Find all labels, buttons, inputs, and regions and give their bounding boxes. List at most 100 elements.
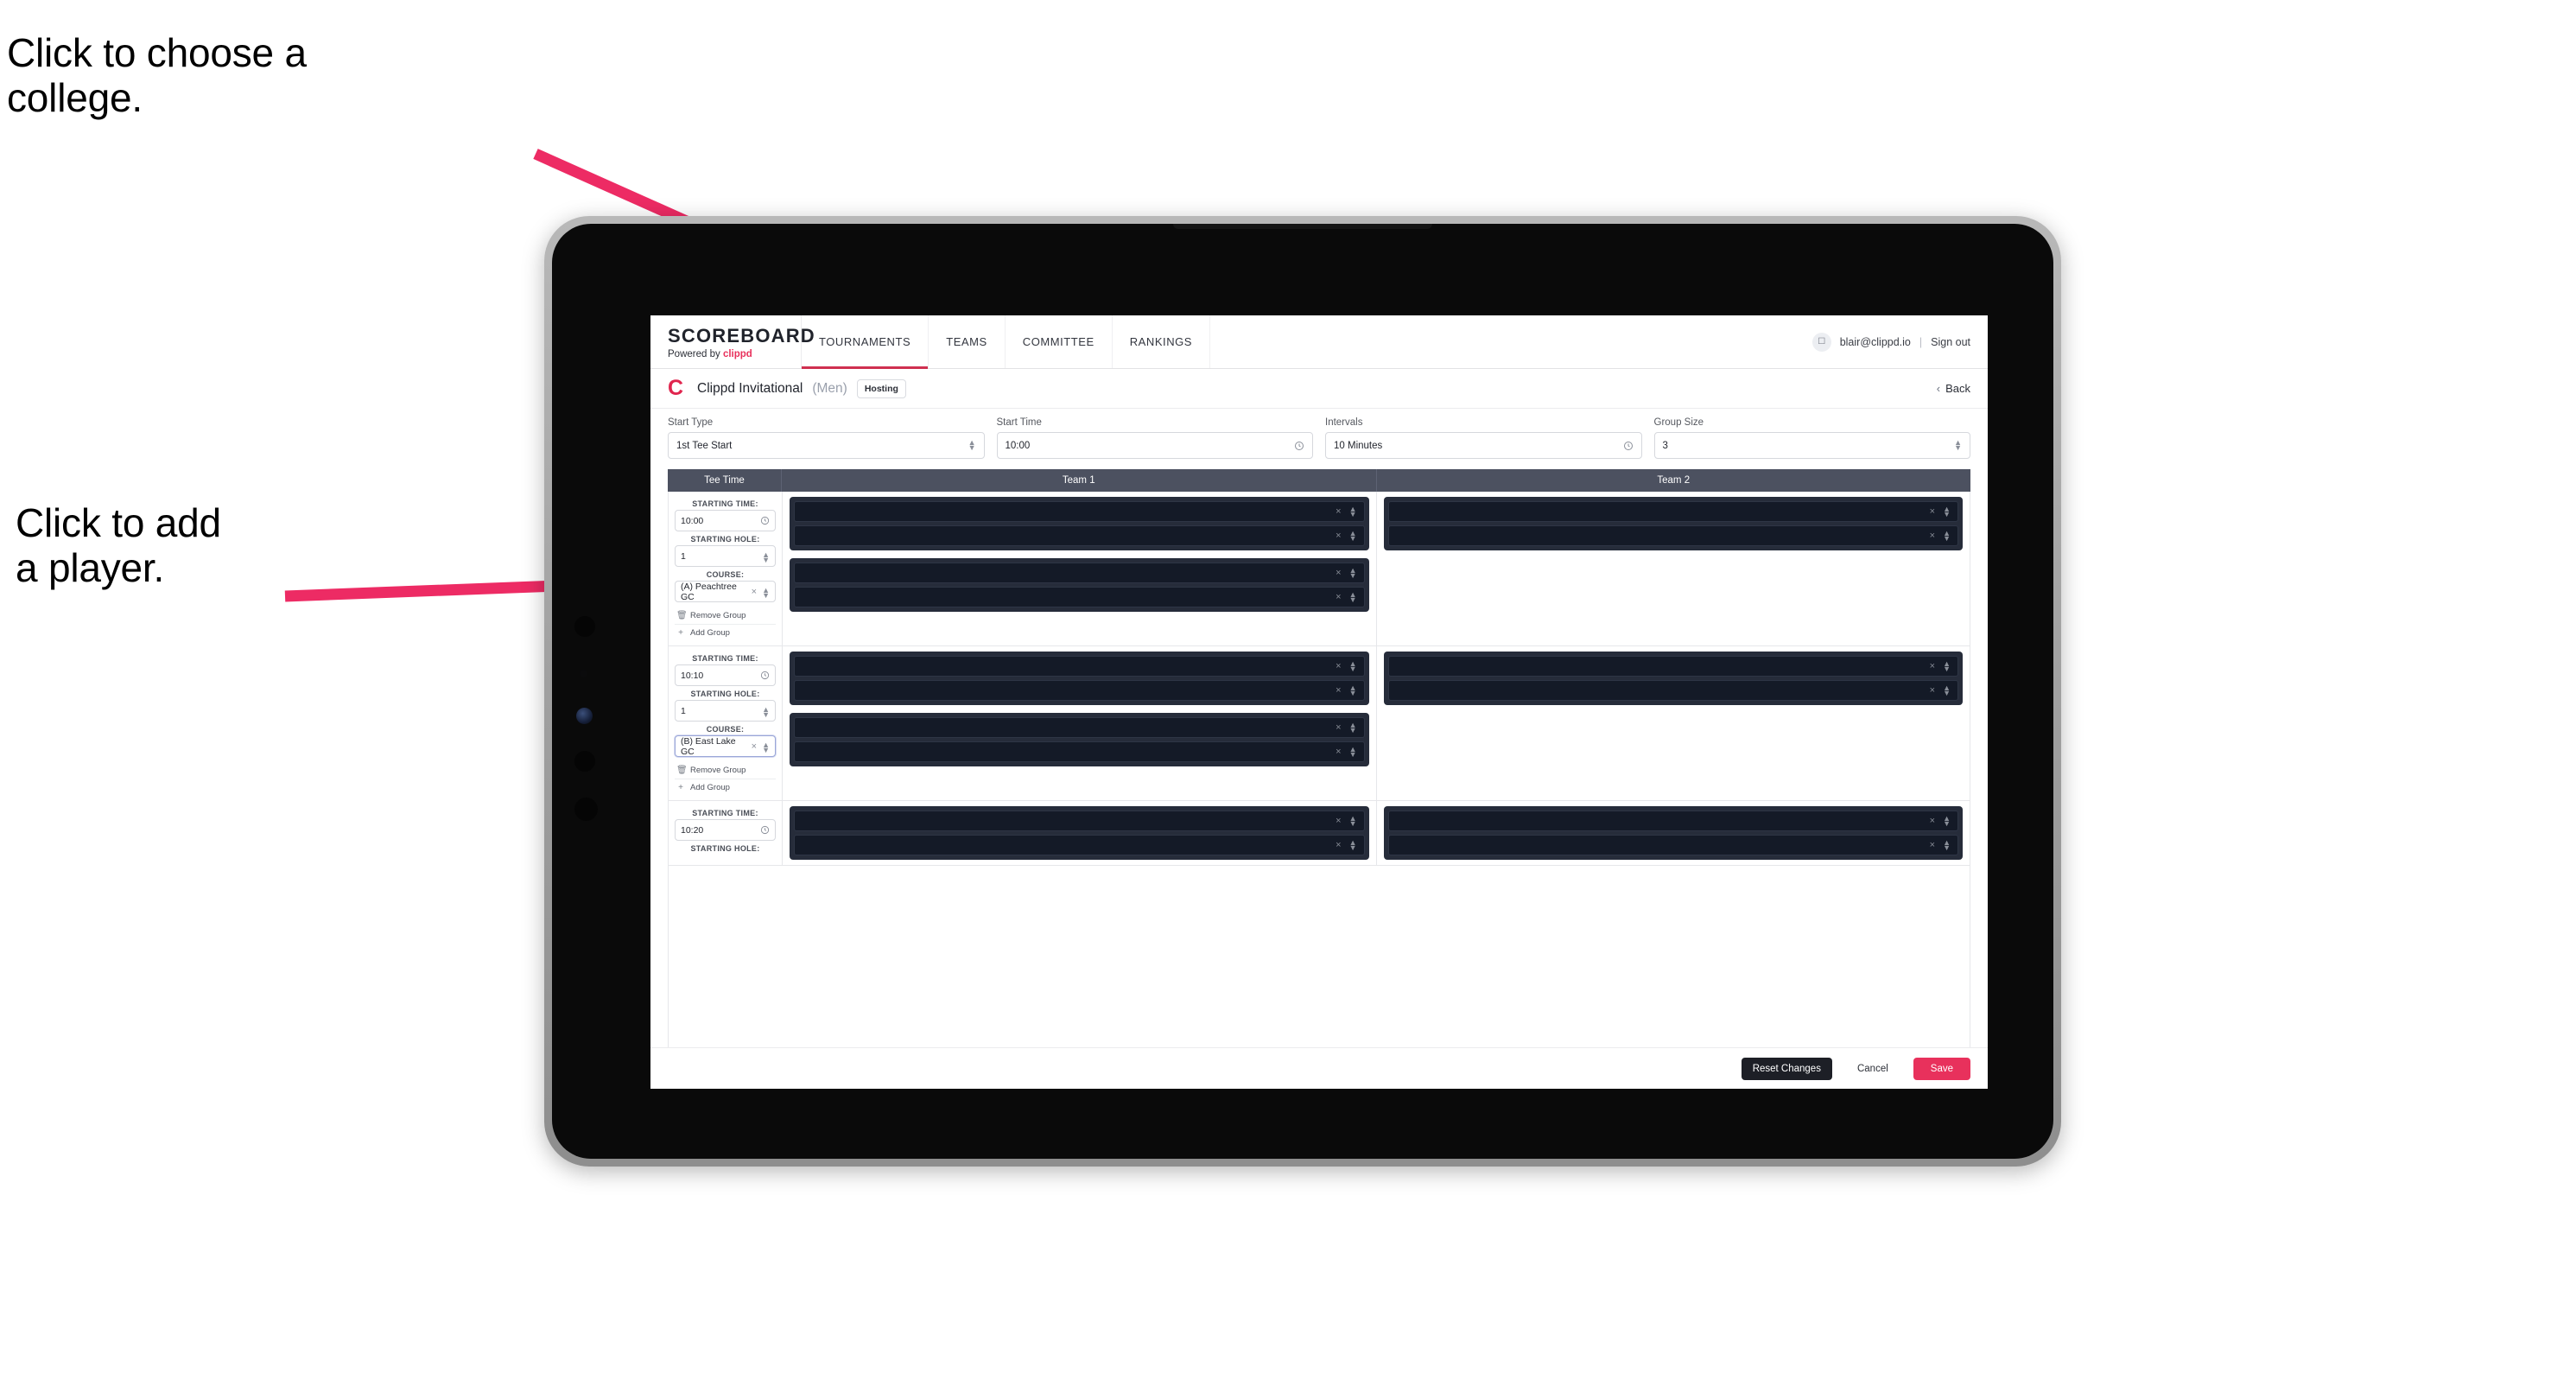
control-select[interactable]: 3 ▲ ▼ <box>1653 432 1970 459</box>
player-slot[interactable]: × ▲ ▼ <box>1387 835 1958 855</box>
starting-hole-input-value: 1 <box>681 705 686 716</box>
chevron-updown-icon[interactable]: ▲ ▼ <box>762 550 770 563</box>
control-select[interactable]: 10:00 <box>996 432 1313 459</box>
clock-icon[interactable] <box>760 671 770 680</box>
chevron-updown-icon[interactable]: ▲ ▼ <box>1349 505 1357 518</box>
chevron-updown-icon[interactable]: ▲ ▼ <box>1349 660 1357 673</box>
starting-hole-input[interactable]: 1 ▲ ▼ <box>675 545 776 567</box>
save-button[interactable]: Save <box>1913 1057 1970 1080</box>
chevron-updown-icon[interactable]: ▲ ▼ <box>1943 839 1951 852</box>
player-group: × ▲ ▼ × ▲ ▼ <box>1383 806 1963 860</box>
clear-icon[interactable]: × <box>1336 592 1341 602</box>
course-select[interactable]: (A) Peachtree GC × ▲ ▼ <box>675 581 776 602</box>
remove-group-button[interactable]: 🗑 Remove Group <box>675 762 776 779</box>
clear-icon[interactable]: × <box>1336 661 1341 671</box>
control-select[interactable]: 1st Tee Start ▲ ▼ <box>668 432 985 459</box>
clear-icon[interactable]: × <box>1930 816 1935 826</box>
nav-item-tournaments[interactable]: TOURNAMENTS <box>802 315 930 369</box>
player-slot[interactable]: × ▲ ▼ <box>1387 680 1958 701</box>
player-slot[interactable]: × ▲ ▼ <box>794 563 1365 583</box>
clear-icon[interactable]: × <box>1930 531 1935 541</box>
clock-icon[interactable] <box>1623 441 1634 451</box>
clear-icon[interactable]: × <box>1930 506 1935 517</box>
player-slot[interactable]: × ▲ ▼ <box>1387 501 1958 522</box>
nav-item-teams[interactable]: TEAMS <box>929 315 1006 368</box>
starting-time-input[interactable]: 10:10 <box>675 664 776 686</box>
chevron-updown-icon[interactable]: ▲ ▼ <box>1349 839 1357 852</box>
tee-sheet-body: STARTING TIME: 10:00 STARTING HOLE: 1 ▲ ▼ COUR… <box>668 492 1970 1047</box>
clear-icon[interactable]: × <box>1336 685 1341 696</box>
chevron-updown-icon[interactable]: ▲ ▼ <box>762 585 770 599</box>
chevron-updown-icon[interactable]: ▲ ▼ <box>1349 567 1357 580</box>
player-slot[interactable]: × ▲ ▼ <box>794 587 1365 607</box>
clear-icon[interactable]: × <box>752 587 757 597</box>
reset-changes-button[interactable]: Reset Changes <box>1741 1057 1832 1080</box>
control-value: 3 <box>1662 440 1668 451</box>
chevron-updown-icon[interactable]: ▲ ▼ <box>1943 684 1951 697</box>
sign-out-button[interactable]: Sign out <box>1931 336 1970 348</box>
chevron-updown-icon[interactable]: ▲ ▼ <box>1349 746 1357 759</box>
stepper-icon[interactable]: ▲ ▼ <box>1954 438 1962 451</box>
chevron-updown-icon[interactable]: ▲ ▼ <box>1349 684 1357 697</box>
cancel-button[interactable]: Cancel <box>1846 1058 1900 1080</box>
chevron-updown-icon[interactable]: ▲ ▼ <box>1349 722 1357 734</box>
avatar[interactable]: ☐ <box>1811 332 1831 352</box>
player-slot[interactable]: × ▲ ▼ <box>794 656 1365 677</box>
tee-time-row: STARTING TIME: 10:20 STARTING HOLE: × ▲ ▼ × ▲ ▼ ×… <box>669 801 1970 866</box>
brand-logo[interactable]: SCOREBOARD Powered by clippd <box>650 315 815 368</box>
starting-time-input[interactable]: 10:20 <box>675 819 776 841</box>
clear-icon[interactable]: × <box>1336 722 1341 733</box>
chevron-updown-icon[interactable]: ▲ ▼ <box>1349 530 1357 543</box>
back-button[interactable]: ‹ Back <box>1937 382 1970 395</box>
clear-icon[interactable]: × <box>1336 840 1341 850</box>
clear-icon[interactable]: × <box>1930 661 1935 671</box>
team-1-cell: × ▲ ▼ × ▲ ▼ × ▲ ▼ × ▲ ▼ <box>783 492 1377 645</box>
clear-icon[interactable]: × <box>1336 568 1341 578</box>
chevron-updown-icon[interactable]: ▲ ▼ <box>1943 530 1951 543</box>
player-slot[interactable]: × ▲ ▼ <box>794 717 1365 738</box>
chevron-updown-icon[interactable]: ▲ ▼ <box>1943 660 1951 673</box>
clock-icon[interactable] <box>1294 441 1304 451</box>
stepper-icon[interactable]: ▲ ▼ <box>968 438 976 451</box>
clock-icon[interactable] <box>760 516 770 525</box>
trash-icon: 🗑 <box>676 611 688 620</box>
player-slot[interactable]: × ▲ ▼ <box>794 525 1365 546</box>
clear-icon[interactable]: × <box>1336 747 1341 757</box>
clear-icon[interactable]: × <box>1336 531 1341 541</box>
chevron-updown-icon[interactable]: ▲ ▼ <box>1943 505 1951 518</box>
clear-icon[interactable]: × <box>1336 816 1341 826</box>
player-slot[interactable]: × ▲ ▼ <box>794 741 1365 762</box>
tee-sheet: Tee Time Team 1 Team 2 STARTING TIME: 10:00… <box>650 469 1988 1047</box>
chevron-updown-icon[interactable]: ▲ ▼ <box>1349 815 1357 828</box>
device-notch <box>1173 224 1432 229</box>
starting-time-input[interactable]: 10:00 <box>675 510 776 531</box>
starting-hole-input[interactable]: 1 ▲ ▼ <box>675 700 776 722</box>
player-slot[interactable]: × ▲ ▼ <box>794 835 1365 855</box>
player-slot[interactable]: × ▲ ▼ <box>794 811 1365 831</box>
player-slot[interactable]: × ▲ ▼ <box>1387 525 1958 546</box>
chevron-updown-icon[interactable]: ▲ ▼ <box>1349 591 1357 604</box>
chevron-updown-icon[interactable]: ▲ ▼ <box>1943 815 1951 828</box>
app-viewport: SCOREBOARD Powered by clippd TOURNAMENTS… <box>650 315 1988 1089</box>
player-group: × ▲ ▼ × ▲ ▼ <box>790 558 1369 612</box>
chevron-updown-icon[interactable]: ▲ ▼ <box>762 704 770 718</box>
player-slot[interactable]: × ▲ ▼ <box>1387 811 1958 831</box>
clear-icon[interactable]: × <box>1930 840 1935 850</box>
clear-icon[interactable]: × <box>1336 506 1341 517</box>
add-group-button[interactable]: + Add Group <box>675 779 776 796</box>
player-slot[interactable]: × ▲ ▼ <box>794 501 1365 522</box>
course-select[interactable]: (B) East Lake GC × ▲ ▼ <box>675 735 776 757</box>
clear-icon[interactable]: × <box>1930 685 1935 696</box>
player-slot[interactable]: × ▲ ▼ <box>1387 656 1958 677</box>
player-slot[interactable]: × ▲ ▼ <box>794 680 1365 701</box>
clear-icon[interactable]: × <box>752 741 757 752</box>
control-start-time: Start Time 10:00 <box>996 417 1313 459</box>
nav-item-rankings[interactable]: RANKINGS <box>1113 315 1211 368</box>
chevron-updown-icon[interactable]: ▲ ▼ <box>762 740 770 753</box>
control-select[interactable]: 10 Minutes <box>1325 432 1642 459</box>
control-group-size: Group Size 3 ▲ ▼ <box>1653 417 1970 459</box>
add-group-button[interactable]: + Add Group <box>675 625 776 641</box>
nav-item-committee[interactable]: COMMITTEE <box>1006 315 1113 368</box>
clock-icon[interactable] <box>760 825 770 835</box>
remove-group-button[interactable]: 🗑 Remove Group <box>675 607 776 625</box>
